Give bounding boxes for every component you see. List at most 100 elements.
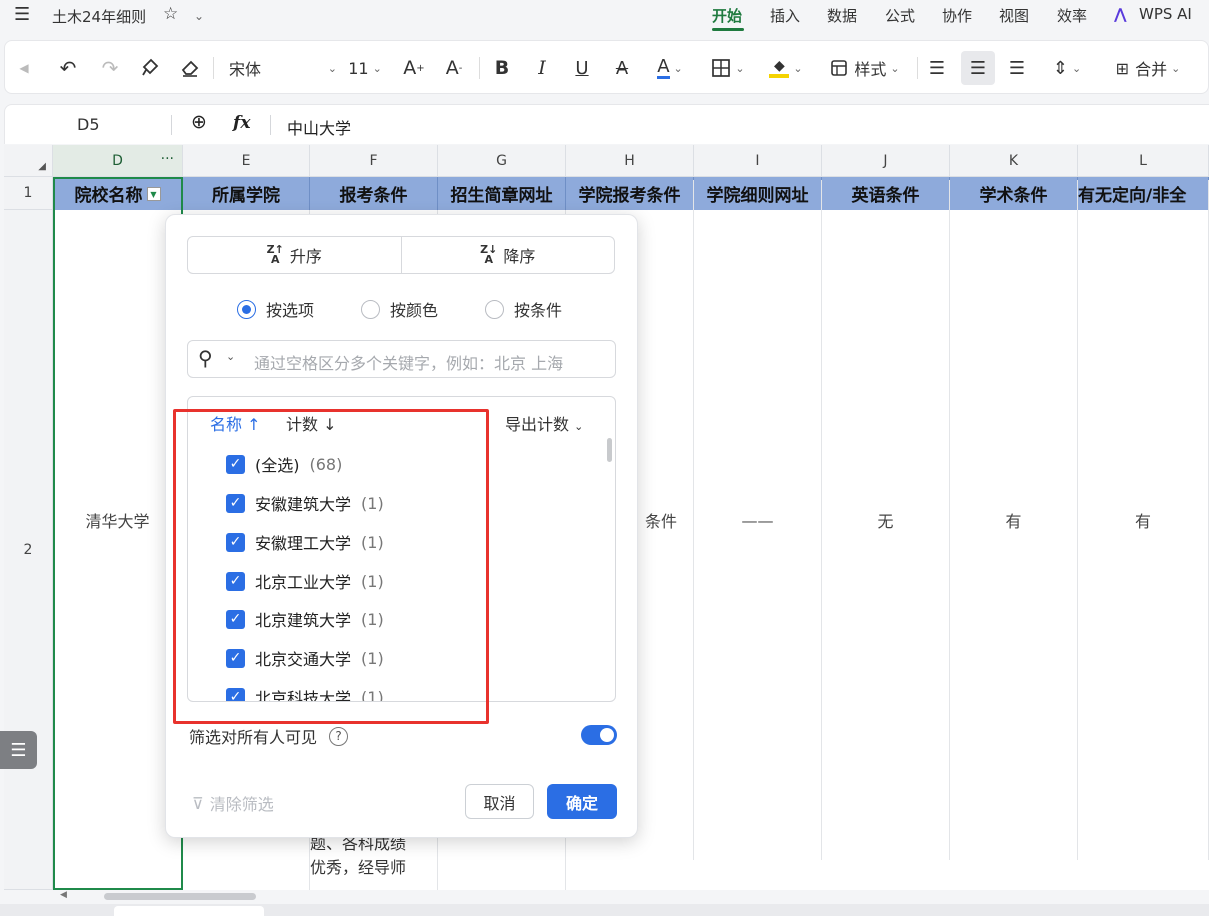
menu-formula[interactable]: 公式 xyxy=(885,5,915,26)
help-icon[interactable]: ? xyxy=(329,726,349,746)
checkbox-checked-icon[interactable]: ✓ xyxy=(226,648,245,668)
filter-search-input[interactable]: ⚲ ⌄ 通过空格区分多个关键字，例如：北京 上海 xyxy=(187,340,616,378)
list-item[interactable]: ✓ 安徽理工大学 (1) xyxy=(226,531,384,553)
list-item-select-all[interactable]: ✓ (全选) (68) xyxy=(226,453,342,475)
list-item[interactable]: ✓ 北京工业大学 (1) xyxy=(226,570,384,592)
cell-reference-box[interactable]: D5 xyxy=(77,115,100,134)
sort-by-name-header[interactable]: 名称 ↑ xyxy=(210,411,261,435)
list-item[interactable]: ✓ 北京交通大学 (1) xyxy=(226,647,384,669)
column-header-H[interactable]: H xyxy=(566,145,694,177)
column-header-D[interactable]: D ··· xyxy=(53,145,183,177)
column-header-E[interactable]: E xyxy=(183,145,310,177)
hamburger-menu-icon[interactable]: ☰ xyxy=(14,4,30,25)
confirm-button[interactable]: 确定 xyxy=(547,784,617,819)
cell-D2[interactable]: 清华大学 xyxy=(53,180,183,860)
scroll-left-icon[interactable]: ◀ xyxy=(17,55,31,81)
sort-descending-button[interactable]: Z↓ A 降序 xyxy=(400,237,615,273)
menu-home[interactable]: 开始 xyxy=(712,5,742,26)
column-header-K[interactable]: K xyxy=(950,145,1078,177)
checkbox-checked-icon[interactable]: ✓ xyxy=(226,532,245,552)
increase-font-icon[interactable]: A + xyxy=(401,55,427,81)
cell-J2[interactable]: 无 xyxy=(822,180,950,860)
menu-view[interactable]: 视图 xyxy=(999,5,1029,26)
header-cell-college[interactable]: 所属学院 xyxy=(183,177,310,210)
checkbox-checked-icon[interactable]: ✓ xyxy=(226,493,245,513)
column-header-G[interactable]: G xyxy=(438,145,566,177)
row-header-2[interactable]: 2 xyxy=(4,210,53,890)
checkbox-checked-icon[interactable]: ✓ xyxy=(226,571,245,591)
star-icon[interactable]: ☆ xyxy=(163,4,178,24)
align-left-icon[interactable]: ☰ xyxy=(925,55,949,81)
strikethrough-icon[interactable]: A xyxy=(609,55,635,81)
italic-icon[interactable]: I xyxy=(529,55,555,81)
header-cell-admission-url[interactable]: 招生简章网址 xyxy=(438,177,566,210)
column-header-J[interactable]: J xyxy=(822,145,950,177)
cancel-button[interactable]: 取消 xyxy=(465,784,534,819)
zoom-search-icon[interactable]: ⊕ xyxy=(191,111,207,133)
sort-ascending-button[interactable]: Z↑ A 升序 xyxy=(188,237,401,273)
checkbox-checked-icon[interactable]: ✓ xyxy=(226,687,245,701)
column-header-I[interactable]: I xyxy=(694,145,822,177)
bold-icon[interactable]: B xyxy=(489,55,515,81)
sort-by-count-header[interactable]: 计数 ↓ xyxy=(286,411,337,435)
checkbox-checked-icon[interactable]: ✓ xyxy=(226,454,245,474)
menu-wps-ai[interactable]: WPS AI xyxy=(1139,5,1192,23)
document-title[interactable]: 土木24年细则 xyxy=(52,6,146,27)
chevron-down-icon[interactable]: ⌄ xyxy=(226,350,235,363)
merge-icon: ⊞ xyxy=(1115,58,1130,78)
filter-by-option-radio[interactable]: 按选项 xyxy=(237,297,314,321)
item-count: (1) xyxy=(361,493,384,513)
menu-collaborate[interactable]: 协作 xyxy=(942,5,972,26)
fx-icon[interactable]: fx xyxy=(233,113,250,133)
fill-color-button[interactable]: ◆ ⌄ xyxy=(763,55,809,81)
list-item[interactable]: ✓ 北京建筑大学 (1) xyxy=(226,608,384,630)
undo-icon[interactable]: ↶ xyxy=(55,55,81,81)
row-header-1[interactable]: 1 xyxy=(4,177,53,210)
header-cell-requirements[interactable]: 报考条件 xyxy=(310,177,438,210)
filter-by-condition-radio[interactable]: 按条件 xyxy=(485,297,562,321)
export-count-button[interactable]: 导出计数 ⌄ xyxy=(505,411,583,435)
vertical-align-button[interactable]: ⇕ ⌄ xyxy=(1045,55,1089,81)
decrease-font-icon[interactable]: A- xyxy=(441,55,467,81)
formula-input[interactable]: 中山大学 xyxy=(287,115,351,139)
select-all-corner[interactable]: ◢ xyxy=(4,145,53,177)
font-size-select[interactable]: 11 ⌄ xyxy=(345,55,385,81)
column-label: D xyxy=(112,152,123,169)
borders-button[interactable]: ⌄ xyxy=(705,55,751,81)
list-scrollbar-thumb[interactable] xyxy=(607,438,612,462)
menu-efficiency[interactable]: 效率 xyxy=(1057,5,1087,26)
filter-by-color-radio[interactable]: 按颜色 xyxy=(361,297,438,321)
list-item[interactable]: ✓ 安徽建筑大学 (1) xyxy=(226,492,384,514)
font-name-select[interactable]: 宋体 ⌄ xyxy=(229,55,337,81)
chevron-down-icon: ⌄ xyxy=(1071,61,1082,75)
column-header-L[interactable]: L xyxy=(1078,145,1209,177)
merge-cells-button[interactable]: ⊞ 合并 ⌄ xyxy=(1105,55,1191,81)
align-center-icon[interactable]: ☰ xyxy=(961,51,995,85)
clear-filter-button[interactable]: ⊽ 清除筛选 xyxy=(192,791,274,815)
search-icon[interactable]: ⚲ xyxy=(198,346,213,370)
column-header-F[interactable]: F xyxy=(310,145,438,177)
font-color-button[interactable]: A ⌄ xyxy=(647,55,693,81)
wps-ai-icon[interactable]: ⋀ xyxy=(1114,5,1127,23)
scroll-left-arrow-icon[interactable]: ◀ xyxy=(60,890,67,900)
horizontal-scrollbar[interactable]: ◀ xyxy=(52,890,1209,904)
checkbox-checked-icon[interactable]: ✓ xyxy=(226,609,245,629)
chevron-down-icon[interactable]: ⌄ xyxy=(194,9,204,23)
sheet-tab[interactable] xyxy=(114,906,264,916)
eraser-icon[interactable] xyxy=(177,55,203,81)
cell-K2[interactable]: 有 xyxy=(950,180,1078,860)
menu-insert[interactable]: 插入 xyxy=(770,5,800,26)
underline-icon[interactable]: U xyxy=(569,55,595,81)
redo-icon[interactable]: ↷ xyxy=(97,55,123,81)
cell-I2[interactable]: —— xyxy=(694,180,822,860)
visible-to-all-toggle[interactable] xyxy=(581,725,617,745)
format-painter-icon[interactable] xyxy=(137,55,163,81)
scrollbar-thumb[interactable] xyxy=(104,893,256,900)
menu-data[interactable]: 数据 xyxy=(827,5,857,26)
list-item[interactable]: ✓ 北京科技大学 (1) xyxy=(226,686,384,701)
cell-L2[interactable]: 有 xyxy=(1078,180,1209,860)
more-icon[interactable]: ··· xyxy=(161,151,174,167)
align-right-icon[interactable]: ☰ xyxy=(1005,55,1029,81)
outline-list-icon[interactable]: ☰ xyxy=(0,731,37,769)
cell-style-button[interactable]: 样式 ⌄ xyxy=(823,55,907,81)
